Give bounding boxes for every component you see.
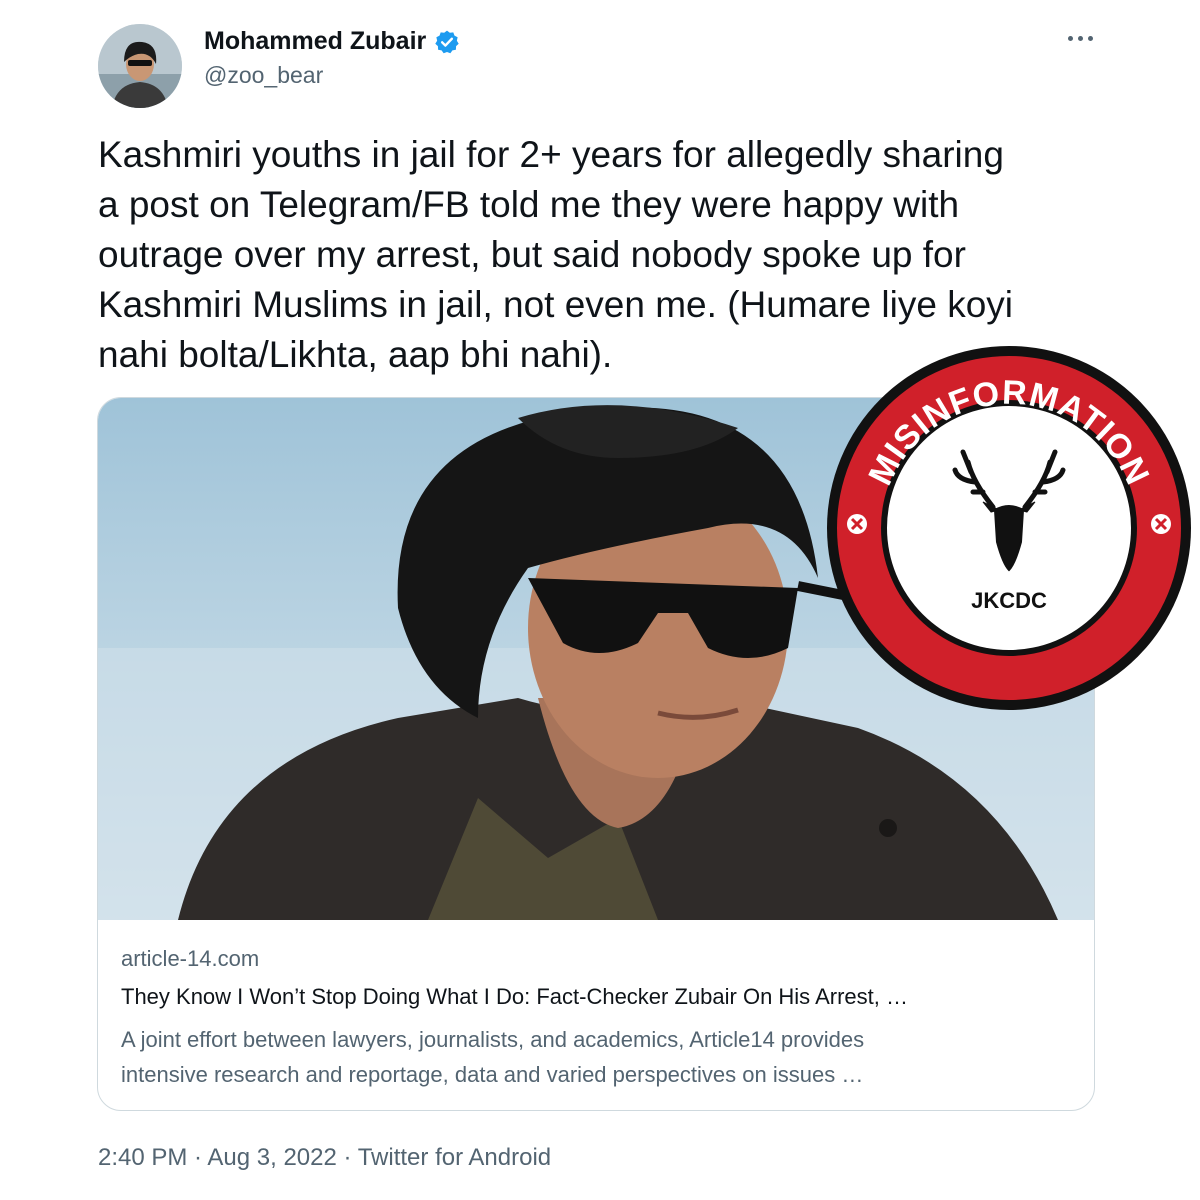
verified-badge-icon xyxy=(435,30,459,53)
misinformation-stamp: MISINFORMATION JKCDC xyxy=(823,342,1195,714)
author-avatar[interactable] xyxy=(98,24,182,108)
card-description-line: A joint effort between lawyers, journali… xyxy=(121,1027,865,1052)
more-options-icon[interactable] xyxy=(1062,20,1098,56)
tweet-text-line: Kashmiri youths in jail for 2+ years for… xyxy=(98,134,1004,175)
tweet-text-line: a post on Telegram/FB told me they were … xyxy=(98,184,960,225)
card-title: They Know I Won’t Stop Doing What I Do: … xyxy=(121,984,908,1009)
author-name-text: Mohammed Zubair xyxy=(204,27,427,55)
tweet-timestamp[interactable]: 2:40 PM · Aug 3, 2022 · Twitter for Andr… xyxy=(98,1144,551,1172)
stamp-org-text: JKCDC xyxy=(971,588,1047,613)
author-handle[interactable]: @zoo_bear xyxy=(204,62,323,89)
more-dot xyxy=(1087,35,1093,41)
stamp-x-left xyxy=(847,514,867,534)
stamp-x-right xyxy=(1151,514,1171,534)
card-domain: article-14.com xyxy=(121,946,260,971)
stamp-graphic: MISINFORMATION JKCDC xyxy=(827,346,1191,710)
author-display-name[interactable]: Mohammed Zubair xyxy=(204,27,460,56)
card-description-line: intensive research and reportage, data a… xyxy=(121,1062,864,1087)
more-dot xyxy=(1067,35,1073,41)
tweet-text-line: Kashmiri Muslims in jail, not even me. (… xyxy=(98,284,1013,325)
avatar-photo xyxy=(98,24,182,108)
more-dot xyxy=(1077,35,1083,41)
card-description: A joint effort between lawyers, journali… xyxy=(121,1022,1071,1092)
tweet-text-line: outrage over my arrest, but said nobody … xyxy=(98,234,966,275)
